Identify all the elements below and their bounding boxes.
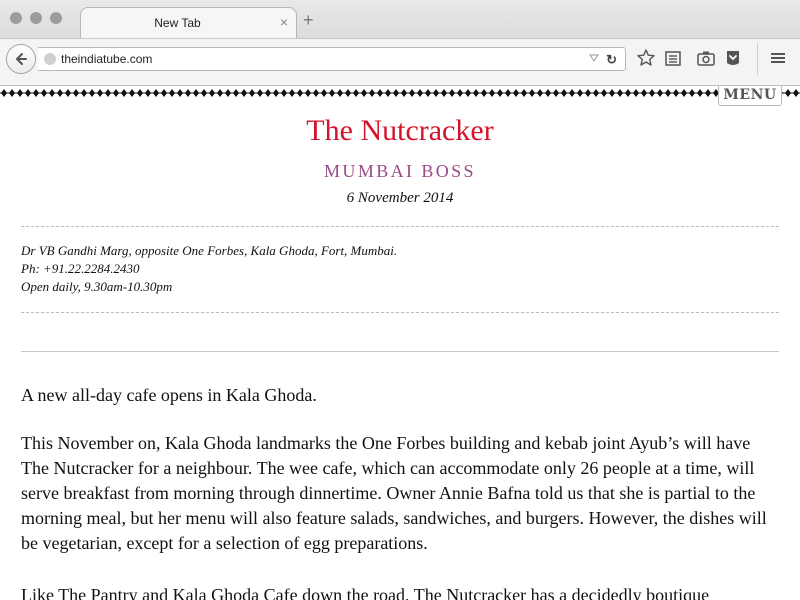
venue-address: Dr VB Gandhi Marg, opposite One Forbes, … bbox=[21, 243, 398, 258]
address-bar[interactable]: theindiatube.com ↻ bbox=[38, 47, 626, 71]
venue-hours: Open daily, 9.30am-10.30pm bbox=[21, 279, 173, 294]
article-date: 6 November 2014 bbox=[346, 190, 454, 206]
decorative-diamond-border bbox=[0, 87, 800, 99]
toolbar-separator bbox=[757, 43, 758, 75]
new-tab-icon[interactable]: + bbox=[303, 11, 314, 29]
article-title: The Nutcracker bbox=[306, 114, 494, 147]
venue-phone: Ph: +91.22.2284.2430 bbox=[21, 261, 140, 276]
article-paragraph: A new all-day cafe opens in Kala Ghoda. bbox=[21, 385, 317, 405]
bookmark-star-icon[interactable] bbox=[636, 48, 656, 68]
tab-close-icon[interactable]: × bbox=[280, 14, 288, 30]
tab-title: New Tab bbox=[154, 16, 201, 30]
pocket-save-icon[interactable] bbox=[723, 48, 743, 68]
back-button[interactable] bbox=[6, 44, 36, 74]
back-arrow-icon bbox=[16, 53, 27, 65]
screenshot-camera-icon[interactable] bbox=[696, 48, 716, 68]
reload-icon[interactable]: ↻ bbox=[606, 52, 617, 68]
reading-list-icon[interactable] bbox=[663, 48, 683, 68]
web-page: MENU The Nutcracker MUMBAI BOSS 6 Novemb… bbox=[0, 86, 800, 600]
url-text: theindiatube.com bbox=[61, 52, 153, 66]
tab-strip: New Tab × + bbox=[0, 0, 800, 39]
site-menu-button[interactable]: MENU bbox=[718, 86, 782, 106]
content-divider bbox=[21, 351, 779, 352]
browser-chrome: New Tab × + theindiatube.com ↻ bbox=[0, 0, 800, 86]
section-label[interactable]: MUMBAI BOSS bbox=[0, 161, 800, 182]
history-dropdown-icon[interactable] bbox=[589, 54, 599, 62]
browser-tab[interactable]: New Tab × bbox=[80, 7, 297, 39]
navigation-toolbar: theindiatube.com ↻ bbox=[0, 38, 800, 86]
dashed-divider bbox=[21, 226, 779, 227]
globe-icon bbox=[44, 53, 56, 65]
dashed-divider bbox=[21, 312, 779, 313]
article-paragraph: This November on, Kala Ghoda landmarks t… bbox=[21, 433, 767, 553]
article-paragraph: Like The Pantry and Kala Ghoda Cafe down… bbox=[21, 585, 710, 600]
minimize-window-button[interactable] bbox=[30, 12, 42, 24]
hamburger-menu-icon[interactable] bbox=[768, 48, 788, 68]
zoom-window-button[interactable] bbox=[50, 12, 62, 24]
close-window-button[interactable] bbox=[10, 12, 22, 24]
